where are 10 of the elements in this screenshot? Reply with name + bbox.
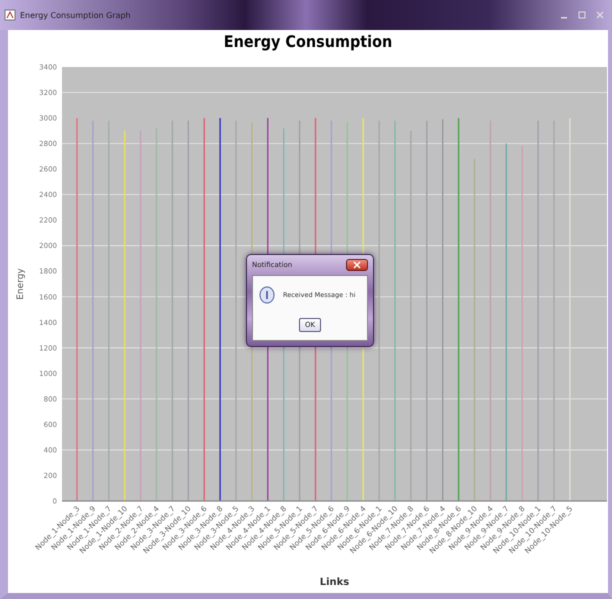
window-title: Energy Consumption Graph	[20, 10, 132, 20]
maximize-icon[interactable]	[576, 9, 588, 21]
close-button[interactable]	[346, 259, 368, 271]
close-icon	[353, 261, 361, 269]
info-icon	[259, 286, 275, 304]
axis-title: Links	[320, 577, 350, 588]
close-icon[interactable]	[594, 9, 606, 21]
chart-title: Energy Consumption	[224, 32, 392, 53]
axis-title: Energy	[16, 268, 26, 300]
app-icon	[4, 9, 16, 21]
